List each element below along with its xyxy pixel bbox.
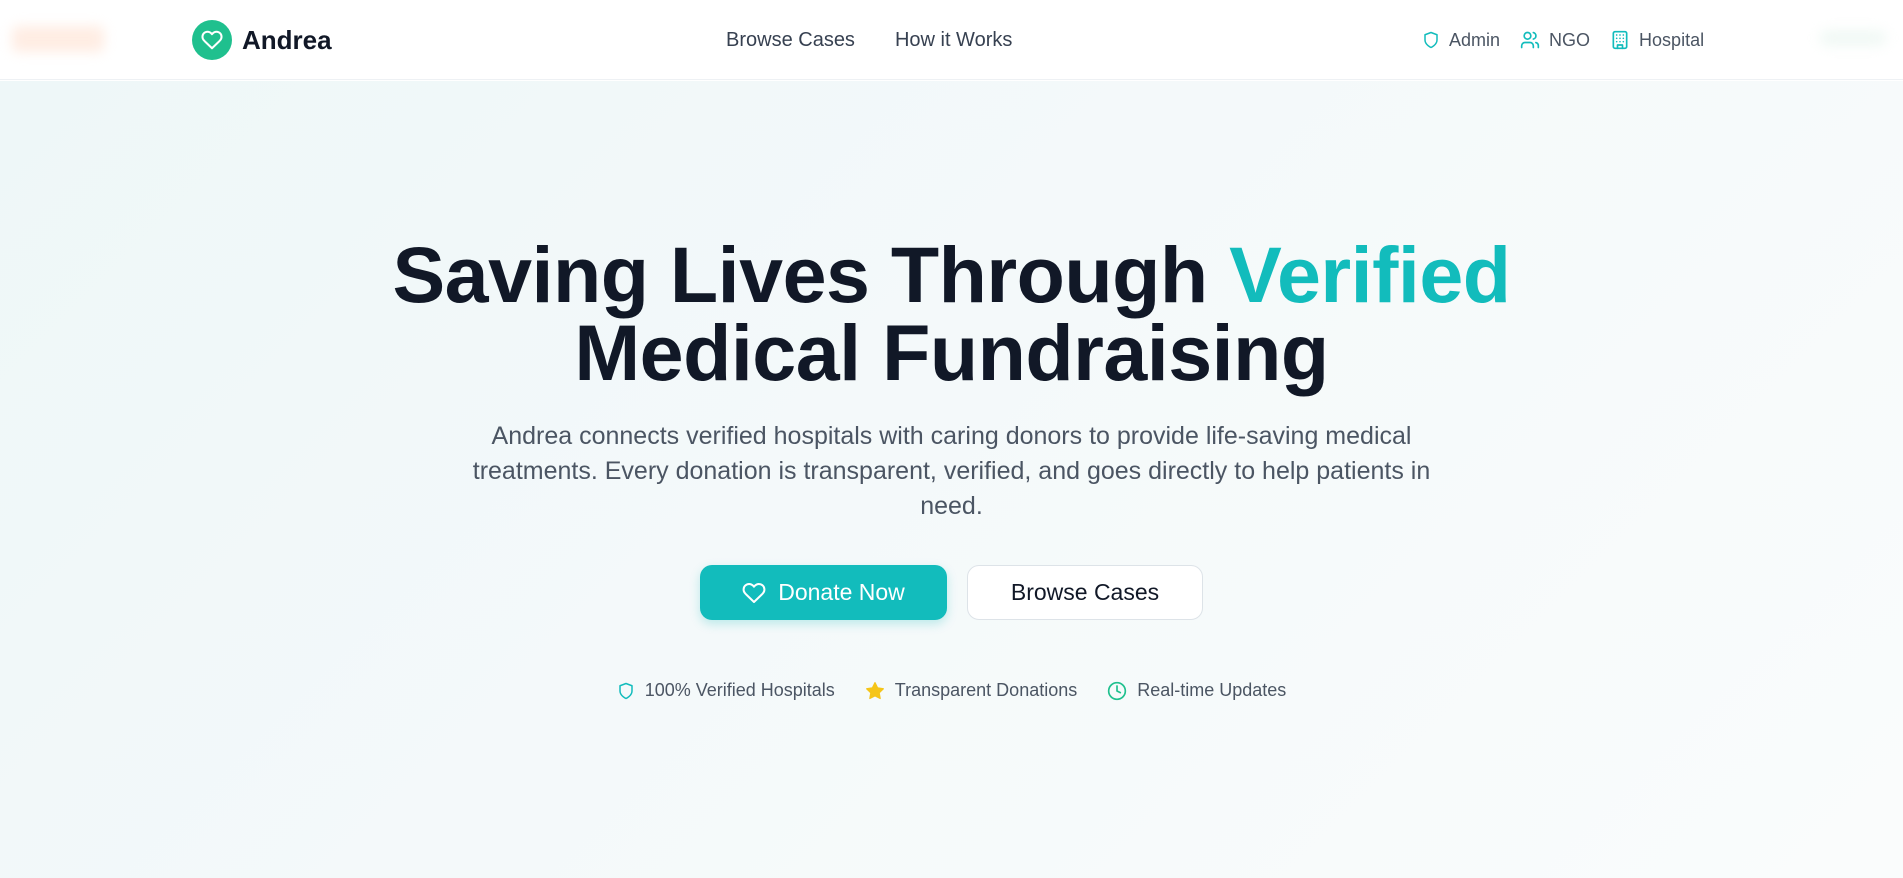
headline-part1: Saving Lives Through [392, 230, 1230, 319]
feature-label: Real-time Updates [1137, 680, 1287, 700]
role-hospital-link[interactable]: Hospital [1610, 30, 1704, 51]
feature-label: Transparent Donations [894, 680, 1078, 700]
browse-cases-button[interactable]: Browse Cases [967, 565, 1203, 620]
hero-subtitle: Andrea connects verified hospitals with … [472, 422, 1431, 520]
headline-accent: Verified [1229, 230, 1511, 319]
hero-headline: Saving Lives Through Verified Medical Fu… [0, 235, 1903, 392]
nav-how-it-works[interactable]: How it Works [895, 29, 1012, 52]
feature-label: 100% Verified Hospitals [644, 680, 835, 700]
feature-transparent-donations: Transparent Donations [865, 680, 1077, 701]
cta-group: Donate Now Browse Cases [0, 565, 1903, 620]
role-admin-link[interactable]: Admin [1422, 30, 1500, 51]
role-ngo-link[interactable]: NGO [1520, 30, 1590, 51]
blurred-region [1820, 30, 1886, 46]
shield-icon [618, 682, 633, 699]
blurred-region [12, 26, 104, 52]
brand-logo[interactable]: Andrea [192, 20, 332, 60]
role-hospital-label: Hospital [1639, 29, 1705, 50]
headline-part2: Medical Fundraising [574, 308, 1329, 397]
role-admin-label: Admin [1449, 29, 1501, 50]
star-icon [865, 681, 884, 699]
feature-verified-hospitals: 100% Verified Hospitals [617, 680, 835, 701]
clock-icon [1108, 681, 1127, 700]
users-icon [1520, 31, 1540, 49]
feature-list: 100% Verified Hospitals Transparent Dona… [0, 680, 1903, 701]
donate-now-button[interactable]: Donate Now [700, 565, 947, 620]
role-links: Admin NGO Hospital [1422, 26, 1704, 54]
heart-icon [192, 20, 232, 60]
brand-name: Andrea [242, 24, 332, 55]
browse-cases-label: Browse Cases [1010, 579, 1160, 605]
shield-icon [1424, 31, 1438, 49]
hero-section: Saving Lives Through Verified Medical Fu… [0, 81, 1903, 878]
feature-realtime-updates: Real-time Updates [1107, 680, 1286, 701]
top-header: Andrea Browse Cases How it Works Admin N… [0, 0, 1903, 80]
main-nav: Browse Cases How it Works [726, 26, 1012, 54]
heart-icon [742, 582, 766, 603]
nav-browse-cases[interactable]: Browse Cases [726, 29, 855, 52]
role-ngo-label: NGO [1549, 29, 1591, 50]
donate-now-label: Donate Now [778, 579, 905, 605]
building-icon [1612, 30, 1628, 50]
